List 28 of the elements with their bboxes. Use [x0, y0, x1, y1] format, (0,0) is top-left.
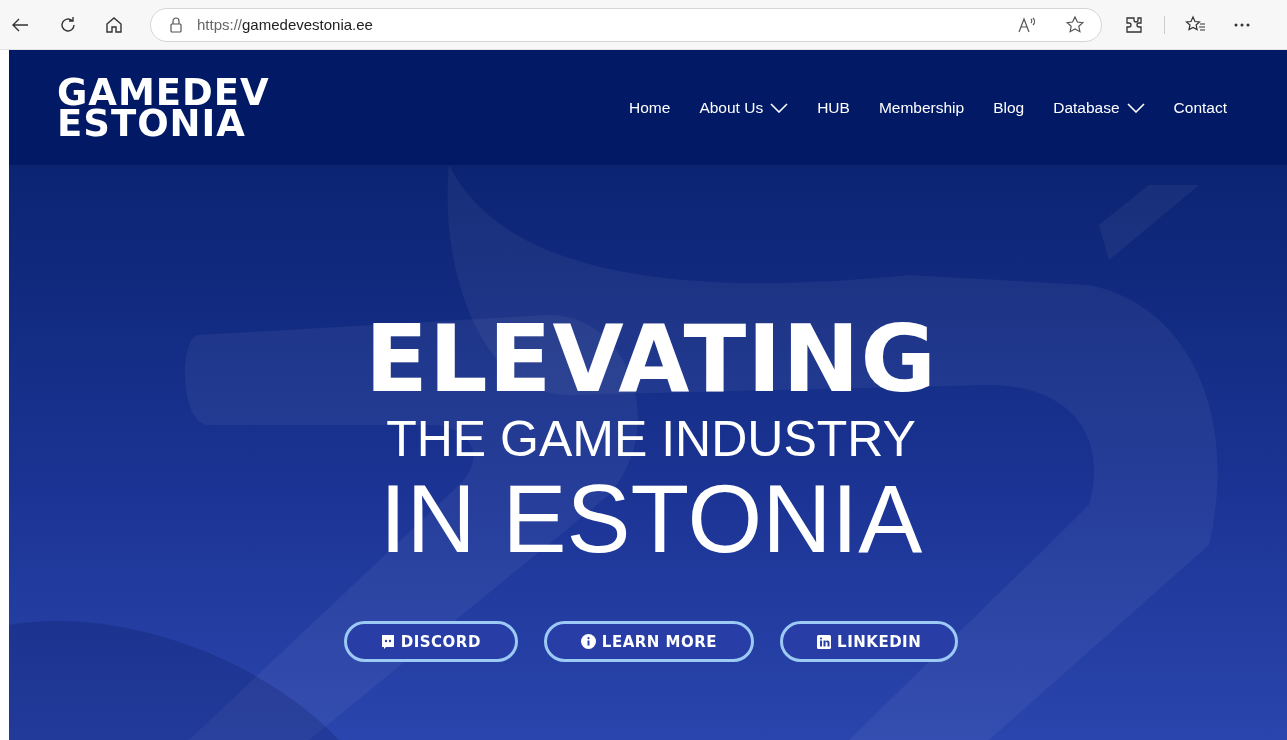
chevron-icon	[1126, 102, 1145, 113]
chat-bubble-icon	[380, 634, 395, 649]
nav-link[interactable]: Database	[1053, 98, 1145, 117]
linkedin-icon	[817, 634, 832, 649]
nav-link[interactable]: Membership	[878, 98, 965, 117]
nav-link[interactable]: Blog	[993, 98, 1025, 117]
nav-link[interactable]: HUB	[817, 98, 850, 117]
favorite-star-icon[interactable]	[1065, 14, 1085, 35]
hero-headline: ELEVATING	[365, 315, 937, 405]
read-aloud-icon[interactable]	[1017, 15, 1037, 34]
home-icon[interactable]	[104, 14, 124, 35]
nav-link[interactable]: About Us	[699, 98, 789, 117]
url-text: https://gamedevestonia.ee	[197, 16, 373, 33]
lock-icon	[169, 16, 183, 33]
nav-link[interactable]: Home	[629, 98, 671, 117]
site-logo[interactable]: GAMEDEV ESTONIA	[57, 76, 270, 139]
cta-button[interactable]: LEARN MORE	[543, 621, 755, 662]
hero-subheadline: THE GAME INDUSTRY	[386, 410, 916, 469]
cta-button[interactable]: LINKEDIN	[780, 621, 959, 662]
extensions-icon[interactable]	[1124, 14, 1144, 35]
info-icon	[580, 634, 596, 649]
refresh-icon[interactable]	[58, 14, 78, 35]
hero-tagline: IN ESTONIA	[379, 469, 923, 569]
more-icon[interactable]	[1233, 21, 1251, 28]
cta-button[interactable]: DISCORD	[343, 621, 518, 662]
address-bar[interactable]: https://gamedevestonia.ee	[150, 7, 1102, 42]
chevron-icon	[770, 102, 789, 113]
nav-link[interactable]: Contact	[1173, 98, 1227, 117]
